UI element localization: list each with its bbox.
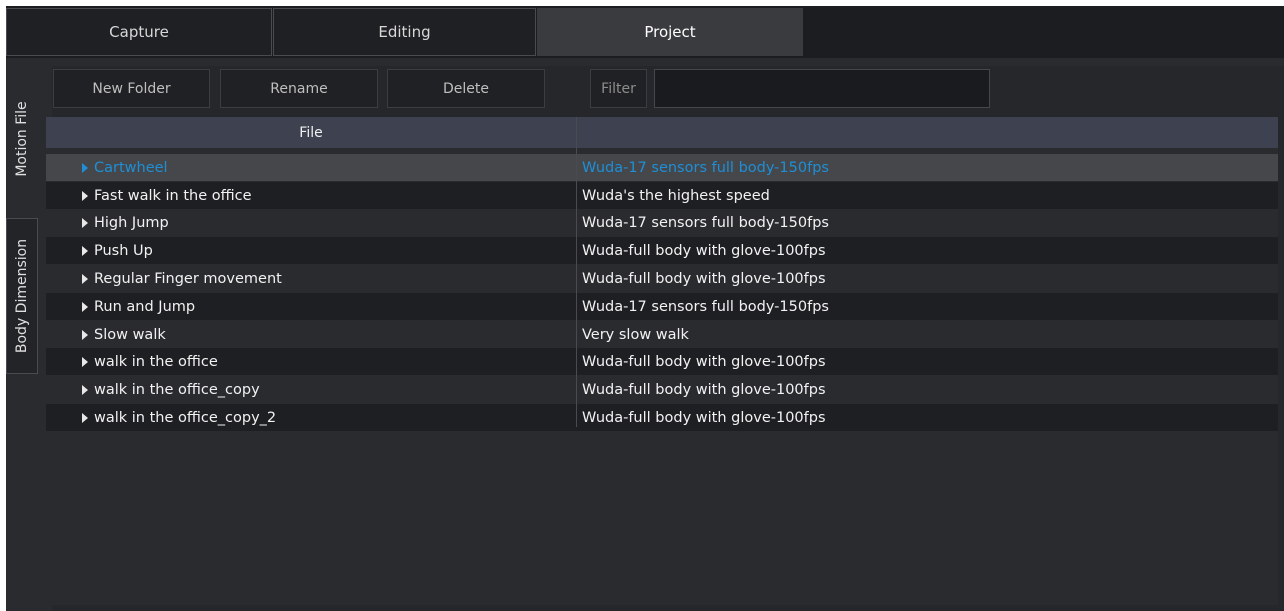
file-description: Wuda-full body with glove-100fps: [582, 353, 826, 370]
file-name-cell: Push Up: [82, 237, 572, 264]
column-divider[interactable]: [576, 117, 577, 427]
motion-file-table: File Cartwheel Wuda-17 sensors full body…: [46, 117, 1278, 605]
triangle-right-icon[interactable]: [82, 217, 88, 228]
file-description: Wuda-full body with glove-100fps: [582, 381, 826, 398]
table-row[interactable]: Slow walk Very slow walk: [46, 321, 1278, 348]
table-row[interactable]: walk in the office_copy_2 Wuda-full body…: [46, 404, 1278, 431]
file-name: walk in the office: [94, 353, 218, 370]
file-description: Wuda-17 sensors full body-150fps: [582, 214, 829, 231]
table-row[interactable]: Run and Jump Wuda-17 sensors full body-1…: [46, 293, 1278, 320]
file-description: Wuda-17 sensors full body-150fps: [582, 159, 829, 176]
triangle-right-icon[interactable]: [82, 329, 88, 340]
file-description: Wuda's the highest speed: [582, 187, 770, 204]
triangle-right-icon[interactable]: [82, 245, 88, 256]
table-row[interactable]: Regular Finger movement Wuda-full body w…: [46, 265, 1278, 292]
file-name-cell: walk in the office_copy_2: [82, 404, 572, 431]
tab-editing[interactable]: Editing: [273, 8, 536, 56]
side-tab-motion-file[interactable]: Motion File: [6, 66, 38, 212]
table-header: File: [46, 117, 1278, 148]
triangle-right-icon[interactable]: [82, 356, 88, 367]
file-name-cell: Slow walk: [82, 321, 572, 348]
side-tab-motion-file-label: Motion File: [14, 101, 30, 177]
triangle-right-icon[interactable]: [82, 190, 88, 201]
column-header-file[interactable]: File: [46, 117, 576, 148]
file-description: Wuda-full body with glove-100fps: [582, 242, 826, 259]
file-name-cell: Fast walk in the office: [82, 182, 572, 209]
file-description: Wuda-17 sensors full body-150fps: [582, 298, 829, 315]
file-name: Regular Finger movement: [94, 270, 282, 287]
file-name-cell: High Jump: [82, 209, 572, 236]
file-description: Wuda-full body with glove-100fps: [582, 270, 826, 287]
table-row[interactable]: walk in the office_copy Wuda-full body w…: [46, 376, 1278, 403]
table-row[interactable]: walk in the office Wuda-full body with g…: [46, 348, 1278, 375]
column-header-description[interactable]: [577, 117, 1277, 148]
file-name: Fast walk in the office: [94, 187, 252, 204]
file-name-cell: Regular Finger movement: [82, 265, 572, 292]
file-name: High Jump: [94, 214, 169, 231]
table-row[interactable]: Fast walk in the office Wuda's the highe…: [46, 182, 1278, 209]
table-row[interactable]: Push Up Wuda-full body with glove-100fps: [46, 237, 1278, 264]
file-name-cell: Run and Jump: [82, 293, 572, 320]
main-tab-bar: Capture Editing Project: [6, 6, 1284, 58]
file-description: Wuda-full body with glove-100fps: [582, 409, 826, 426]
file-name: walk in the office_copy: [94, 381, 260, 398]
filter-input[interactable]: [654, 69, 990, 108]
file-name-cell: walk in the office: [82, 348, 572, 375]
table-row[interactable]: High Jump Wuda-17 sensors full body-150f…: [46, 209, 1278, 236]
file-name-cell: Cartwheel: [82, 154, 572, 181]
tab-capture[interactable]: Capture: [6, 8, 272, 56]
file-name: Push Up: [94, 242, 153, 259]
table-row[interactable]: Cartwheel Wuda-17 sensors full body-150f…: [46, 154, 1278, 181]
triangle-right-icon[interactable]: [82, 384, 88, 395]
delete-button[interactable]: Delete: [387, 69, 545, 108]
triangle-right-icon[interactable]: [82, 273, 88, 284]
triangle-right-icon[interactable]: [82, 412, 88, 423]
file-description: Very slow walk: [582, 326, 689, 343]
file-name: Slow walk: [94, 326, 166, 343]
file-name: Cartwheel: [94, 159, 168, 176]
new-folder-button[interactable]: New Folder: [53, 69, 210, 108]
filter-label: Filter: [590, 69, 647, 108]
file-name-cell: walk in the office_copy: [82, 376, 572, 403]
rename-button[interactable]: Rename: [220, 69, 378, 108]
tab-project[interactable]: Project: [537, 8, 803, 56]
side-tab-body-dimension-label: Body Dimension: [14, 238, 30, 354]
triangle-right-icon[interactable]: [82, 162, 88, 173]
file-name: Run and Jump: [94, 298, 196, 315]
side-tab-body-dimension[interactable]: Body Dimension: [6, 218, 38, 374]
triangle-right-icon[interactable]: [82, 301, 88, 312]
file-name: walk in the office_copy_2: [94, 409, 277, 426]
